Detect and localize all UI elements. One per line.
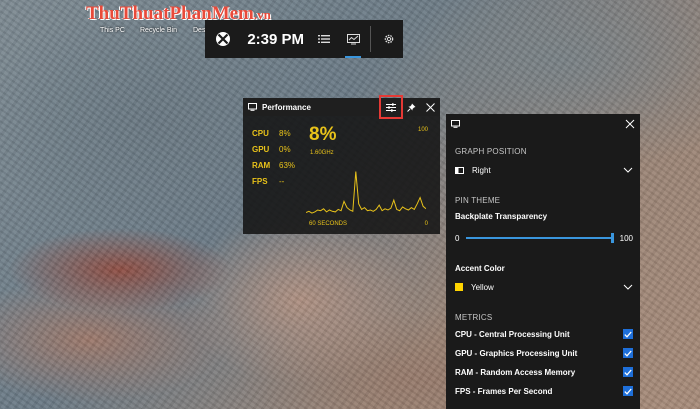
performance-options-button[interactable] [379,95,403,119]
gear-icon [384,34,393,44]
metrics-title: METRICS [455,313,493,322]
performance-graph [306,171,426,214]
chevron-down-icon [623,284,633,290]
close-button[interactable] [421,98,440,116]
xbox-icon [216,32,231,46]
chevron-down-icon [623,167,633,173]
close-icon[interactable] [625,119,635,129]
performance-widget: Performance CPU 8% GPU 0% RAM 63% FPS --… [243,95,440,234]
accent-color-swatch [455,283,463,291]
widget-menu-button[interactable] [310,20,339,58]
desktop-icon-partial[interactable]: Des [193,27,205,34]
graph-min-label: 0 [424,221,428,227]
slider-min-label: 0 [455,233,460,243]
metric-checkbox-gpu[interactable]: GPU - Graphics Processing Unit [455,347,633,359]
performance-graph-line [306,171,426,214]
metric-checkbox-fps[interactable]: FPS - Frames Per Second [455,385,633,397]
pin-icon [407,103,416,112]
checkbox[interactable] [623,386,633,396]
desktop-icon-this-pc[interactable]: This PC [100,27,125,34]
checkbox[interactable] [623,367,633,377]
backplate-transparency-slider[interactable]: 0 100 [455,232,633,244]
graph-position-dropdown[interactable]: Right [455,163,633,177]
slider-thumb[interactable] [610,233,614,243]
pin-theme-title: PIN THEME [455,196,501,205]
performance-settings-panel: GRAPH POSITION Right PIN THEME Backplate… [446,114,640,409]
graph-max-label: 100 [417,127,428,133]
slider-max-label: 100 [619,233,633,243]
metric-checkbox-cpu[interactable]: CPU - Central Processing Unit [455,328,633,340]
accent-color-label: Accent Color [455,264,505,273]
checkmark-icon [624,369,632,376]
clock-time: 2:39 PM [247,30,305,48]
checkmark-icon [624,388,632,395]
backplate-transparency-label: Backplate Transparency [455,212,548,221]
close-icon [426,102,435,112]
metrics-list: CPU 8% GPU 0% RAM 63% FPS -- [252,125,295,189]
metric-row[interactable]: FPS -- [252,173,295,189]
sliders-icon [386,102,396,112]
metric-row[interactable]: RAM 63% [252,157,295,173]
checkbox[interactable] [623,329,633,339]
graph-position-icon [455,166,464,174]
pin-button[interactable] [402,98,421,116]
performance-title: Performance [262,102,311,112]
performance-icon [451,120,460,128]
game-bar: 2:39 PM [205,20,403,58]
list-icon [318,35,331,43]
xbox-button[interactable] [205,20,241,58]
divider [370,26,372,52]
graph-position-title: GRAPH POSITION [455,147,527,156]
performance-icon [346,33,360,44]
performance-icon [248,103,257,111]
checkmark-icon [624,331,632,338]
current-metric-value: 8% [309,124,337,145]
checkmark-icon [624,350,632,357]
metric-row[interactable]: CPU 8% [252,125,295,141]
desktop-icon-recycle-bin[interactable]: Recycle Bin [140,27,177,34]
checkbox[interactable] [623,348,633,358]
metric-row[interactable]: GPU 0% [252,141,295,157]
graph-time-label: 60 SECONDS [309,221,348,227]
settings-button[interactable] [374,20,403,58]
settings-header [446,114,640,134]
performance-header: Performance [243,95,440,119]
accent-color-dropdown[interactable]: Yellow [455,280,633,294]
performance-widget-button[interactable] [339,20,368,58]
metric-checkbox-ram[interactable]: RAM - Random Access Memory [455,366,633,378]
slider-track[interactable] [466,233,614,243]
